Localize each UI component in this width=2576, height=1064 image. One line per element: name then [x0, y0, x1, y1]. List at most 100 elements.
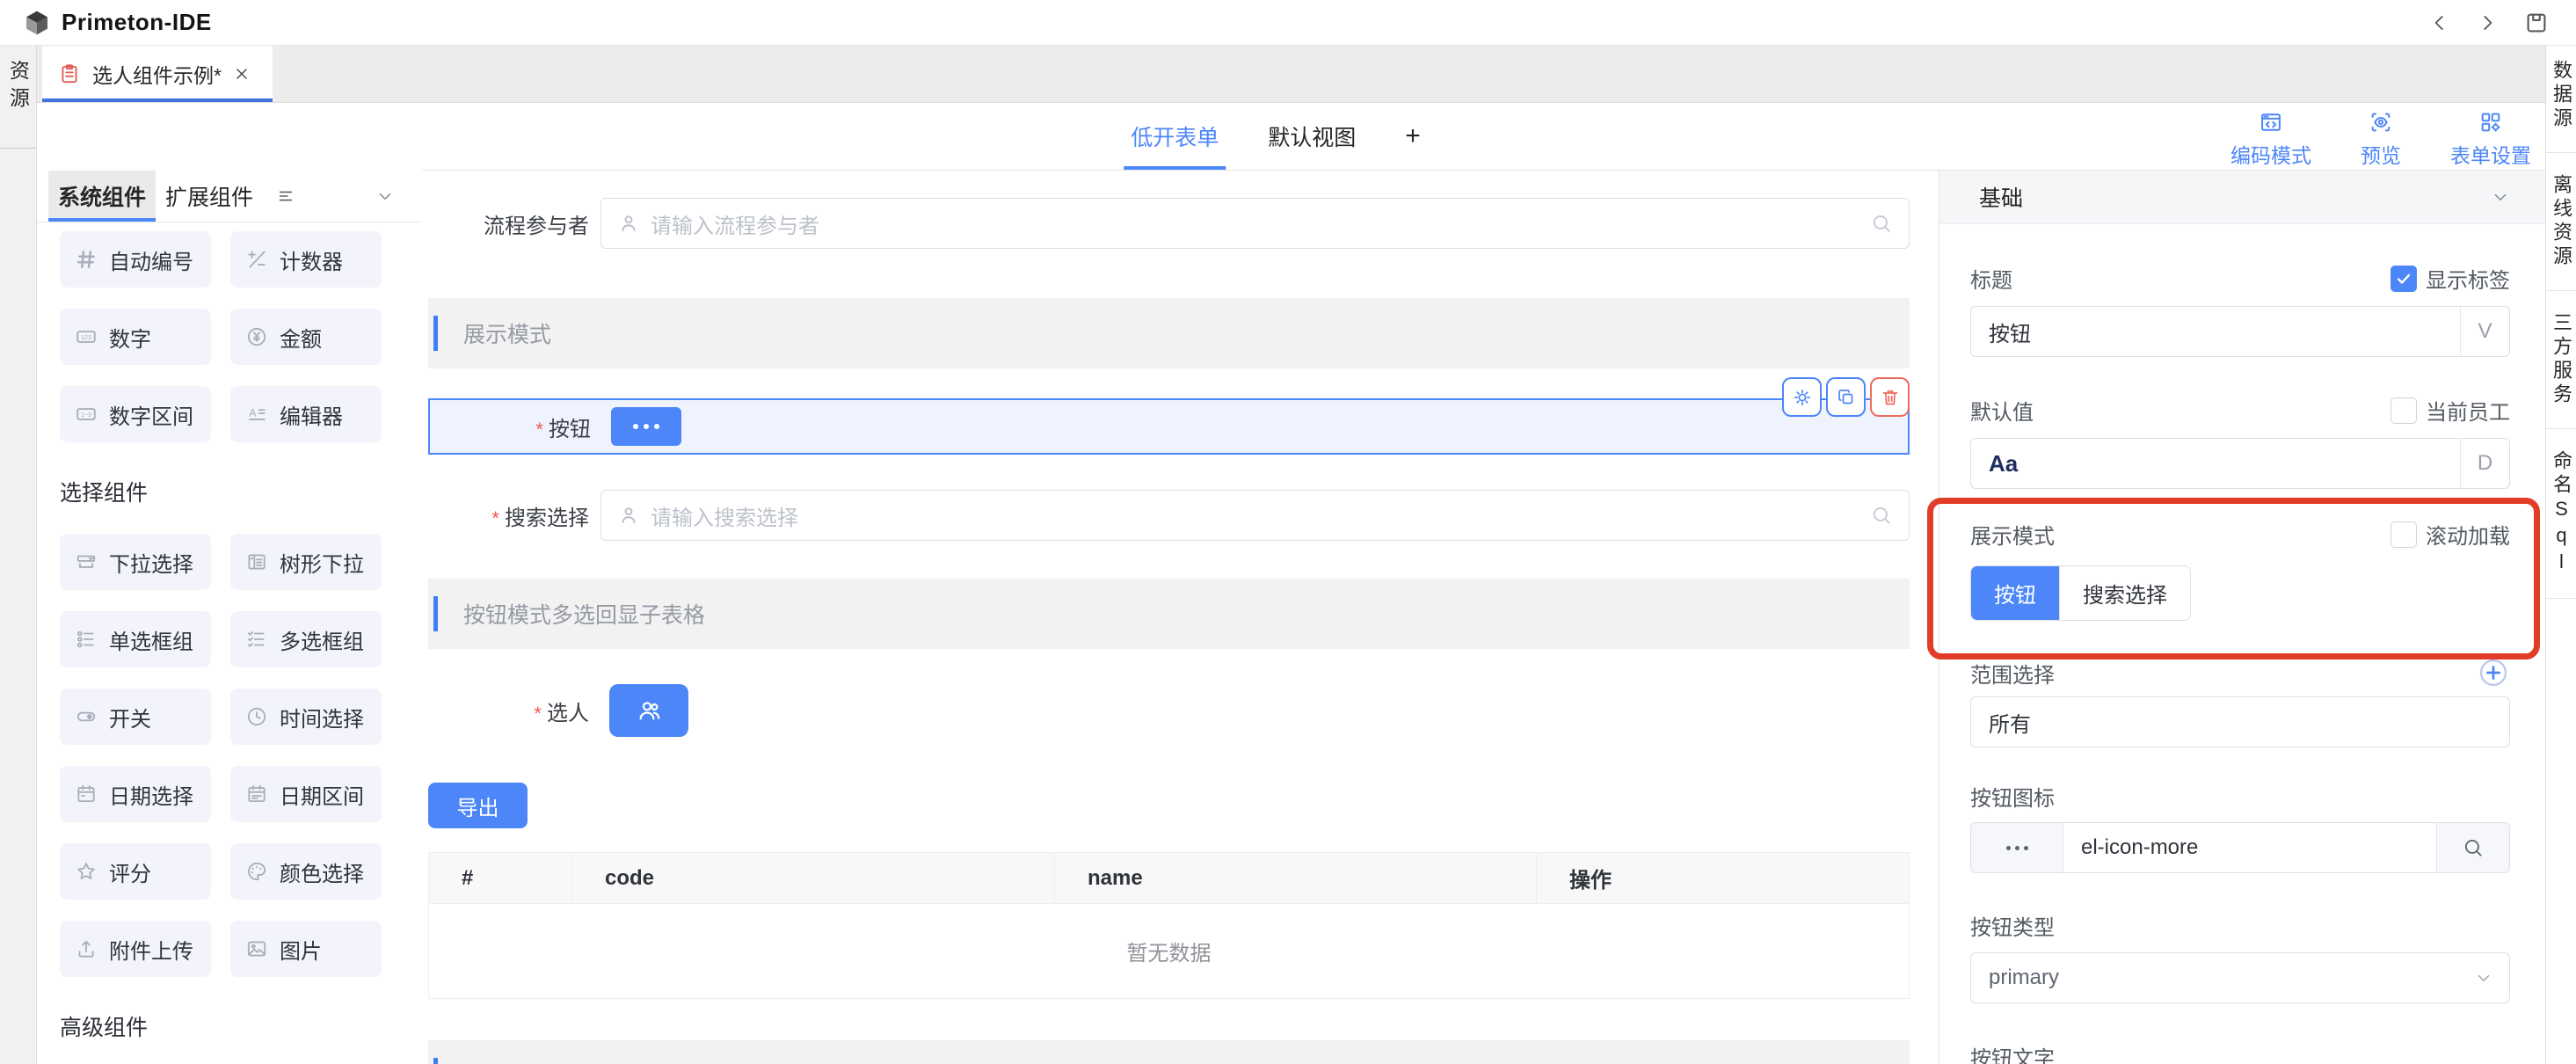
table-column-header: # — [429, 853, 572, 903]
tab-system-components[interactable]: 系统组件 — [48, 171, 156, 222]
palette-component-card[interactable]: 单选框组 — [60, 611, 211, 667]
property-inspector: 基础 标题 显示标签 — [1939, 171, 2545, 1064]
palette-component-card[interactable]: 多选框组 — [230, 611, 382, 667]
document-tab[interactable]: 选人组件示例* — [42, 46, 273, 102]
scroll-load-checkbox[interactable]: 滚动加载 — [2390, 519, 2510, 550]
group-button-type: 按钮类型 primary — [1970, 910, 2510, 1003]
title-label: 标题 — [1970, 263, 2012, 294]
toggle-search-mode[interactable]: 搜索选择 — [2059, 566, 2190, 620]
list-icon[interactable] — [276, 186, 295, 206]
top-app-bar: Primeton-IDE — [0, 0, 2576, 46]
person-icon — [617, 212, 640, 235]
svg-text:1~3: 1~3 — [81, 412, 91, 419]
range-select-label: 范围选择 — [1970, 658, 2055, 689]
palette-component-card[interactable]: 图片 — [230, 921, 382, 977]
delete-button[interactable] — [1870, 377, 1910, 417]
palette-scroll-area[interactable]: 自动编号计数器123数字金额1~3数字区间A编辑器选择组件下拉选择树形下拉单选框… — [37, 222, 422, 1064]
toolbar-action-label: 表单设置 — [2450, 139, 2531, 169]
palette-component-card[interactable]: 开关 — [60, 689, 211, 745]
default-value-suffix[interactable]: D — [2460, 439, 2509, 488]
plus-minus-icon — [245, 248, 268, 271]
tab-extended-components[interactable]: 扩展组件 — [156, 171, 263, 222]
tab-default-view[interactable]: 默认视图 — [1268, 103, 1356, 170]
form-canvas[interactable]: 流程参与者 请输入流程参与者 展示模式 — [422, 171, 1939, 1064]
palette-tabs: 系统组件 扩展组件 — [37, 171, 422, 222]
add-view-button[interactable]: + — [1405, 103, 1421, 170]
default-value-input[interactable]: Aa D — [1970, 438, 2510, 489]
toggle-button-mode[interactable]: 按钮 — [1971, 566, 2059, 620]
palette-component-label: 日期区间 — [280, 779, 364, 810]
participant-input[interactable]: 请输入流程参与者 — [600, 198, 1910, 249]
range-select-input[interactable]: 所有 — [1970, 696, 2510, 747]
show-label-checkbox[interactable]: 显示标签 — [2390, 263, 2510, 294]
toolbar-action-code-mode[interactable]: 编码模式 — [2230, 110, 2311, 169]
toolbar-action-form-settings[interactable]: 表单设置 — [2450, 110, 2531, 169]
title-suffix[interactable]: V — [2460, 307, 2509, 356]
button-type-select[interactable]: primary — [1970, 952, 2510, 1003]
inspector-section-basic[interactable]: 基础 — [1939, 171, 2545, 224]
settings-button[interactable] — [1782, 377, 1822, 417]
palette-component-card[interactable]: A编辑器 — [230, 386, 382, 442]
current-employee-checkbox[interactable]: 当前员工 — [2390, 395, 2510, 426]
section-range-setting: 设置可选范围 — [428, 1040, 1910, 1064]
more-button[interactable] — [611, 407, 681, 446]
left-activity-strip: 资源 — [0, 46, 37, 1064]
palette-component-card[interactable]: 颜色选择 — [230, 843, 382, 900]
toolbar-actions: 编码模式预览 表单设置 — [2230, 110, 2531, 169]
toolbar-action-preview[interactable]: 预览 — [2361, 110, 2401, 169]
selected-button-field[interactable]: 按钮 — [428, 398, 1910, 455]
palette-component-card[interactable]: 附件上传 — [60, 921, 211, 977]
palette-component-card[interactable]: 下拉选择 — [60, 534, 211, 590]
button-icon-input[interactable]: el-icon-more — [1970, 822, 2510, 873]
palette-component-label: 自动编号 — [109, 244, 193, 275]
right-activity-strip: 数据源离线资源三方服务命名Sql — [2545, 46, 2576, 1064]
strip-divider — [2546, 290, 2576, 291]
palette-component-card[interactable]: 金额 — [230, 309, 382, 365]
result-table: #codename操作 暂无数据 — [428, 852, 1910, 999]
save-icon[interactable] — [2523, 10, 2550, 36]
export-button[interactable]: 导出 — [428, 783, 528, 828]
palette-component-card[interactable]: 自动编号 — [60, 231, 211, 288]
checkbox-unchecked[interactable] — [2390, 521, 2417, 548]
tab-lowcode-form[interactable]: 低开表单 — [1131, 103, 1219, 170]
copy-button[interactable] — [1826, 377, 1866, 417]
nav-forward-icon[interactable] — [2476, 11, 2499, 34]
nav-back-icon[interactable] — [2428, 11, 2451, 34]
close-icon[interactable] — [233, 65, 251, 83]
palette-component-card[interactable]: 1~3数字区间 — [60, 386, 211, 442]
sidebar-item-0[interactable]: 数据源 — [2551, 60, 2571, 131]
pick-person-button[interactable] — [609, 684, 688, 737]
chevron-down-icon[interactable] — [375, 186, 395, 206]
icon-search-button[interactable] — [2436, 823, 2509, 872]
palette-component-card[interactable]: 树形下拉 — [230, 534, 382, 590]
search-select-input[interactable]: 请输入搜索选择 — [600, 490, 1910, 541]
palette-component-card[interactable]: 123数字 — [60, 309, 211, 365]
palette-component-card[interactable]: 计数器 — [230, 231, 382, 288]
icon-preview-more[interactable] — [1971, 823, 2063, 872]
sidebar-item-2[interactable]: 三方服务 — [2551, 312, 2571, 407]
title-input[interactable]: 按钮 V — [1970, 306, 2510, 357]
radio-list-icon — [75, 628, 98, 651]
palette-component-card[interactable]: 日期区间 — [230, 766, 382, 822]
search-icon — [2462, 836, 2485, 859]
checkbox-checked-icon[interactable] — [2390, 266, 2417, 292]
palette-component-label: 多选框组 — [280, 624, 364, 655]
sidebar-item-resources[interactable]: 资源 — [4, 60, 33, 114]
copy-icon — [1836, 387, 1857, 408]
section-display-mode: 展示模式 — [428, 298, 1910, 368]
palette-component-card[interactable]: 日期选择 — [60, 766, 211, 822]
primeton-ide-app: Primeton-IDE 资源 选人组件示例* — [0, 0, 2576, 1064]
strip-divider — [2546, 598, 2576, 599]
num-box-icon: 123 — [75, 325, 98, 348]
add-circle-icon[interactable] — [2477, 656, 2510, 689]
sidebar-item-1[interactable]: 离线资源 — [2551, 174, 2571, 269]
checkbox-unchecked[interactable] — [2390, 397, 2417, 424]
palette-component-card[interactable]: 时间选择 — [230, 689, 382, 745]
editor-icon: A — [245, 403, 268, 426]
sidebar-item-3[interactable]: 命名Sql — [2551, 450, 2571, 577]
palette-component-card[interactable]: 评分 — [60, 843, 211, 900]
strip-divider — [2546, 152, 2576, 153]
field-actions — [1782, 377, 1910, 417]
document-tab-strip: 选人组件示例* — [37, 46, 2545, 103]
participant-placeholder: 请输入流程参与者 — [651, 208, 819, 239]
